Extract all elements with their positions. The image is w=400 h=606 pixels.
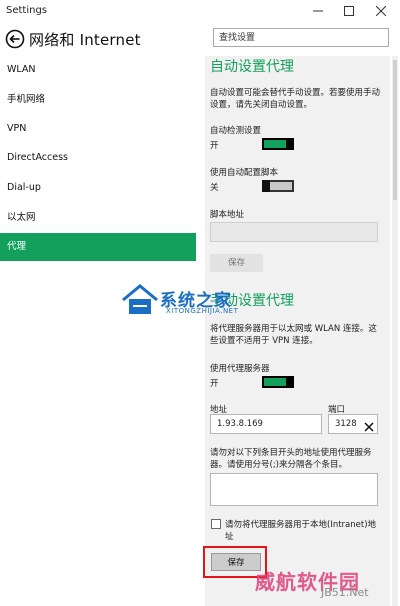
- address-field[interactable]: 1.93.8.169: [210, 414, 322, 434]
- exceptions-field[interactable]: [210, 473, 378, 506]
- auto-proxy-heading: 自动设置代理: [210, 59, 294, 75]
- sidebar-item-wlan[interactable]: WLAN: [0, 56, 196, 84]
- sidebar-item-directaccess[interactable]: DirectAccess: [0, 144, 196, 172]
- auto-script-label: 使用自动配置脚本: [210, 168, 279, 178]
- watermark-url: JB51.Net: [321, 586, 369, 599]
- clear-port-button[interactable]: [363, 418, 375, 432]
- title-bar: Settings: [0, 0, 400, 22]
- auto-save-button[interactable]: 保存: [210, 254, 263, 272]
- toggle-track: [270, 182, 292, 190]
- minimize-button[interactable]: [302, 0, 334, 22]
- search-input[interactable]: [213, 28, 389, 47]
- back-arrow-icon: [5, 29, 25, 49]
- sidebar-item-ethernet[interactable]: 以太网: [0, 204, 196, 232]
- toggle-knob: [286, 376, 294, 388]
- use-proxy-toggle[interactable]: [262, 376, 294, 388]
- sidebar-item-vpn[interactable]: VPN: [0, 115, 196, 143]
- sidebar-item-proxy[interactable]: 代理: [0, 233, 196, 261]
- auto-detect-state: 开: [210, 141, 219, 151]
- watermark-logo: 系统之家 XITONGZHIJIA.NET: [120, 282, 270, 322]
- manual-save-button[interactable]: 保存: [211, 553, 261, 571]
- auto-detect-toggle[interactable]: [262, 138, 294, 150]
- house-logo-icon: [122, 284, 158, 314]
- clear-icon: [364, 422, 374, 432]
- auto-detect-label: 自动检测设置: [210, 126, 262, 136]
- maximize-icon: [344, 6, 354, 16]
- auto-script-toggle[interactable]: [262, 180, 294, 192]
- watermark-subtext: XITONGZHIJIA.NET: [166, 307, 239, 315]
- sidebar-item-cellular[interactable]: 手机网络: [0, 86, 196, 114]
- maximize-button[interactable]: [333, 0, 365, 22]
- back-button[interactable]: [5, 29, 25, 49]
- bypass-local-checkbox[interactable]: [211, 519, 221, 529]
- sidebar: WLAN 手机网络 VPN DirectAccess Dial-up 以太网 代…: [0, 56, 196, 606]
- minimize-icon: [313, 10, 323, 12]
- sidebar-item-dialup[interactable]: Dial-up: [0, 174, 196, 202]
- manual-proxy-description: 将代理服务器用于以太网或 WLAN 连接。这些设置不适用于 VPN 连接。: [210, 324, 377, 346]
- toggle-knob: [262, 180, 270, 192]
- close-button[interactable]: [365, 0, 397, 22]
- exceptions-description: 请勿对以下列条目开头的地址使用代理服务器。请使用分号(;)来分隔各个条目。: [210, 448, 372, 470]
- window-title: Settings: [6, 5, 48, 16]
- auto-proxy-description: 自动设置可能会替代手动设置。若要使用手动设置，请先关闭自动设置。: [210, 88, 381, 110]
- script-address-field[interactable]: [210, 222, 378, 242]
- use-proxy-state: 开: [210, 379, 219, 389]
- use-proxy-label: 使用代理服务器: [210, 364, 270, 374]
- auto-script-state: 关: [210, 183, 219, 193]
- close-icon: [376, 6, 386, 16]
- page-title: 网络和 Internet: [29, 31, 141, 49]
- bypass-local-label: 请勿将代理服务器用于本地(Intranet)地址: [225, 520, 377, 542]
- scrollbar-thumb[interactable]: [393, 60, 397, 200]
- script-address-label: 脚本地址: [210, 210, 245, 220]
- toggle-knob: [286, 138, 294, 150]
